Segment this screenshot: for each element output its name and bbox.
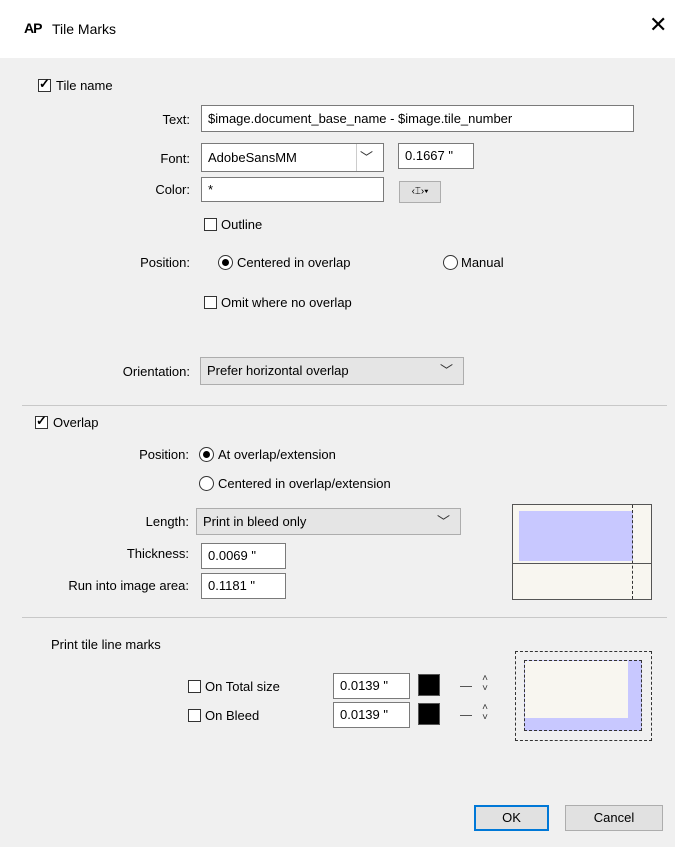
omit-label: Omit where no overlap [221,295,352,310]
up-down-arrows-icon[interactable]: ˄ ˅ [479,674,491,694]
manual-label: Manual [461,255,504,270]
color-label: Color: [155,182,190,197]
text-input[interactable]: $image.document_base_name - $image.tile_… [201,105,634,132]
font-select-divider [356,144,357,171]
total-size-input[interactable]: 0.0139 " [333,673,410,699]
font-value: AdobeSansMM [208,150,297,165]
outline-label: Outline [221,217,263,232]
centered-overlap-radio[interactable] [199,476,214,491]
centered-in-overlap-radio[interactable] [218,255,233,270]
orientation-select[interactable]: Prefer horizontal overlap ﹀ [200,357,464,385]
total-size-checkbox[interactable] [188,680,201,693]
preview-page-area [525,661,628,718]
thickness-input[interactable]: 0.0069 " [201,543,286,569]
total-size-color-swatch[interactable] [418,674,440,696]
line-style-icon[interactable] [460,715,472,716]
tile-name-label: Tile name [56,78,113,93]
orientation-value: Prefer horizontal overlap [207,363,349,378]
centered-overlap-label: Centered in overlap/extension [218,476,391,491]
line-style-icon[interactable] [460,686,472,687]
text-label: Text: [162,112,190,127]
chevron-down-icon: ﹀ [359,150,373,165]
length-select[interactable]: Print in bleed only ﹀ [196,508,461,535]
overlap-preview-line [632,505,633,599]
bleed-label: On Bleed [205,708,260,723]
centered-in-overlap-label: Centered in overlap [237,255,351,270]
up-down-arrows-icon[interactable]: ˄ ˅ [479,703,491,723]
bleed-input[interactable]: 0.0139 " [333,702,410,728]
close-icon[interactable]: ✕ [649,14,667,36]
overlap-preview-fill [519,511,633,561]
cancel-button[interactable]: Cancel [565,805,663,831]
ok-button[interactable]: OK [474,805,549,831]
at-overlap-label: At overlap/extension [218,447,336,462]
tile-name-checkbox[interactable] [38,76,51,92]
overlap-preview-hline [513,563,651,564]
overlap-label: Overlap [53,415,99,430]
bleed-checkbox[interactable] [188,709,201,722]
separator [22,617,667,618]
color-variable-button[interactable]: ‹⌶›▾ [399,181,441,203]
outline-checkbox[interactable] [204,218,217,231]
manual-radio[interactable] [443,255,458,270]
separator [22,405,667,406]
font-label: Font: [160,151,190,166]
chevron-down-icon: ﹀ [439,363,453,378]
chevron-down-icon: ﹀ [436,514,450,529]
app-logo-icon: AP [24,20,42,36]
bleed-color-swatch[interactable] [418,703,440,725]
font-size-input[interactable]: 0.1667 " [398,143,474,169]
overlap-checkbox[interactable] [35,413,48,429]
omit-checkbox[interactable] [204,296,217,309]
overlap-preview [512,504,652,600]
tile-line-marks-label: Print tile line marks [51,637,161,652]
overlap-position-label: Position: [139,447,189,462]
at-overlap-radio[interactable] [199,447,214,462]
run-into-label: Run into image area: [68,578,189,593]
window-title: Tile Marks [52,21,117,37]
length-value: Print in bleed only [203,514,307,529]
font-select[interactable]: AdobeSansMM ﹀ [201,143,384,172]
tile-position-label: Position: [140,255,190,270]
thickness-label: Thickness: [126,546,189,561]
color-input[interactable]: * [201,177,384,202]
orientation-label: Orientation: [122,364,190,379]
tile-line-marks-preview [515,651,652,741]
length-label: Length: [145,514,189,529]
run-into-input[interactable]: 0.1181 " [201,573,286,599]
total-size-label: On Total size [205,679,280,694]
